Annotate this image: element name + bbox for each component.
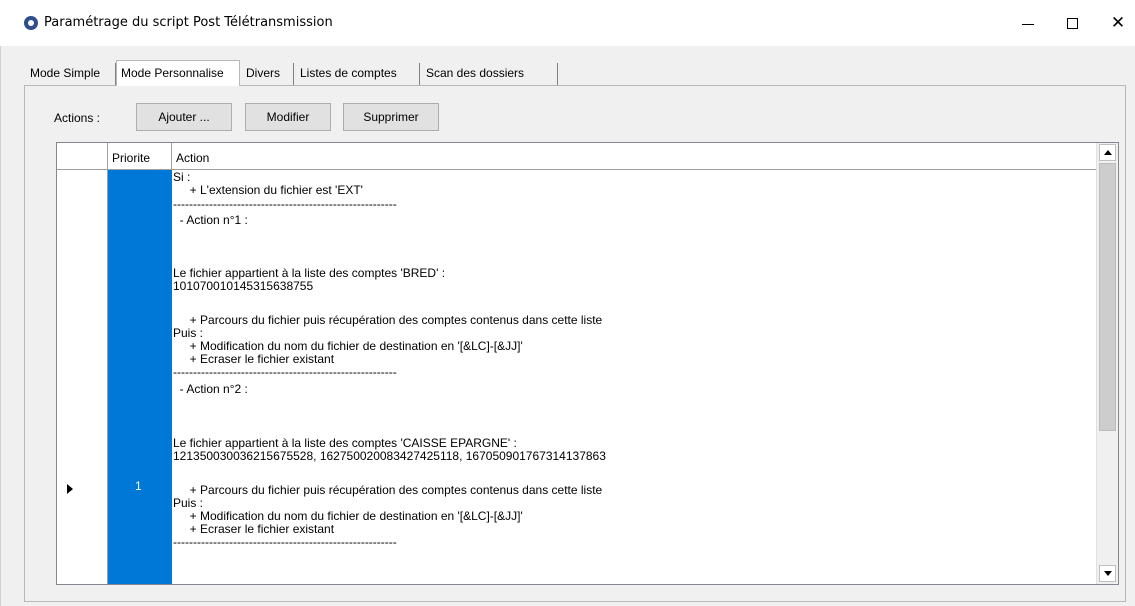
minimize-icon [1022, 23, 1034, 25]
scroll-up-button[interactable] [1099, 144, 1116, 161]
edit-button[interactable]: Modifier [245, 103, 331, 131]
action-cell[interactable]: Si : + L'extension du fichier est 'EXT' … [173, 171, 1096, 584]
maximize-icon [1066, 17, 1078, 29]
maximize-button[interactable] [1052, 8, 1092, 38]
row-header[interactable] [57, 170, 108, 584]
tab-mode-personnalise[interactable]: Mode Personnalise [116, 60, 240, 86]
close-icon: ✕ [1110, 12, 1126, 33]
app-icon [24, 16, 38, 30]
priority-value: 1 [135, 479, 142, 493]
actions-label: Actions : [54, 111, 101, 125]
close-button[interactable]: ✕ [1098, 8, 1135, 38]
minimize-button[interactable] [1008, 8, 1048, 38]
priority-cell[interactable]: 1 [108, 170, 172, 584]
action-line: ----------------------------------------… [173, 535, 397, 549]
action-line: 12135003003621567552­8, 1627500200834274… [173, 449, 606, 463]
tab-mode-simple[interactable]: Mode Simple [26, 63, 116, 85]
grid-header: Priorite Action [57, 143, 1096, 170]
action-line: + Parcours du fichier puis récupération … [173, 313, 603, 327]
action-line: - Action n°1 : [173, 213, 248, 227]
action-line: ----------------------------------------… [173, 197, 397, 211]
row-header-column-header[interactable] [57, 143, 108, 170]
arrow-up-icon [1103, 150, 1112, 155]
vertical-scrollbar[interactable] [1096, 143, 1118, 584]
title-bar: Paramétrage du script Post Télétransmiss… [0, 0, 1135, 46]
scroll-thumb[interactable] [1099, 163, 1116, 431]
current-row-arrow-icon [67, 484, 73, 494]
delete-button[interactable]: Supprimer [343, 103, 439, 131]
action-line: 10107001014531563875­5 [173, 279, 314, 293]
action-line: + Parcours du fichier puis récupération … [173, 483, 603, 497]
actions-grid[interactable]: Priorite Action 1 Si : + L'extension du … [56, 142, 1119, 585]
tab-listes-de-comptes[interactable]: Listes de comptes [296, 63, 420, 85]
column-header-priority[interactable]: Priorite [108, 143, 172, 170]
add-button[interactable]: Ajouter ... [136, 103, 232, 131]
action-line: - Action n°2 : [173, 382, 248, 396]
arrow-down-icon [1103, 571, 1112, 576]
action-line: + L'extension du fichier est 'EXT' [173, 183, 363, 197]
window-title: Paramétrage du script Post Télétransmiss… [44, 15, 333, 30]
scroll-down-button[interactable] [1099, 565, 1116, 582]
action-line: ----------------------------------------… [173, 365, 397, 379]
tab-divers[interactable]: Divers [242, 63, 294, 85]
window-border [0, 46, 1, 606]
tab-scan-des-dossiers[interactable]: Scan des dossiers [422, 63, 558, 85]
column-header-action[interactable]: Action [172, 143, 1096, 170]
